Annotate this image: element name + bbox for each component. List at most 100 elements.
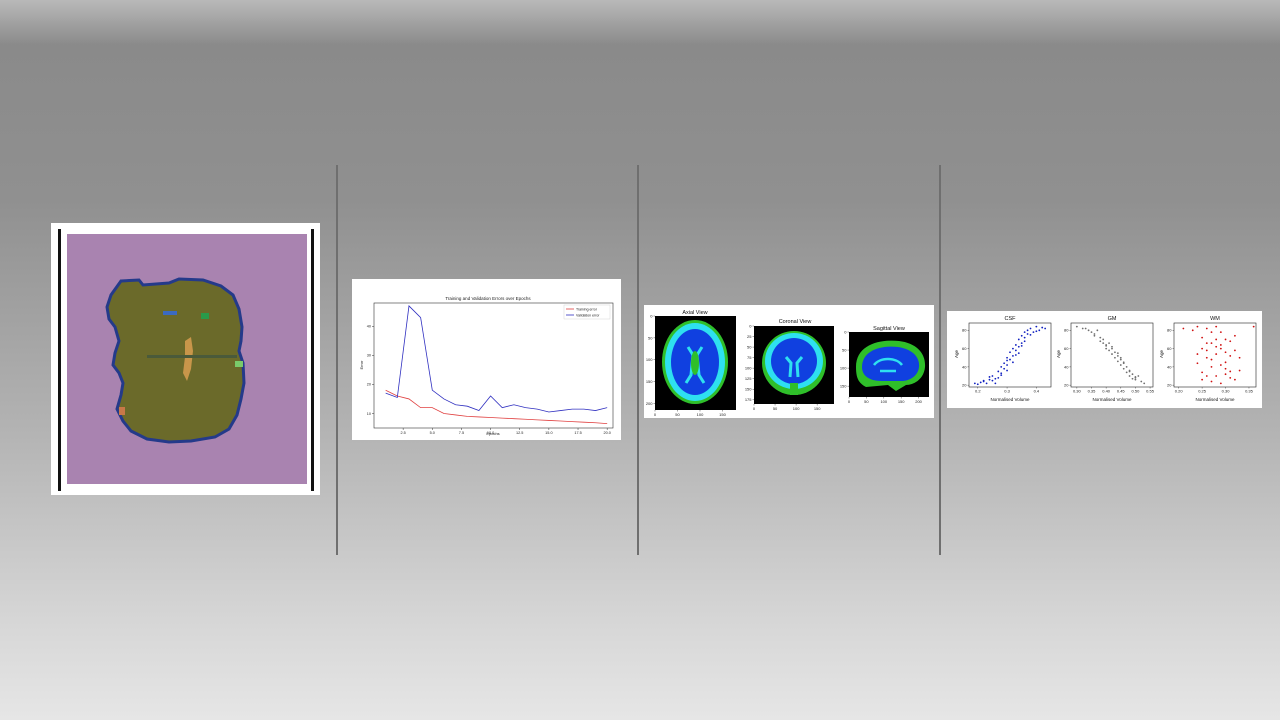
loss-xtick-label: 10.0: [487, 431, 494, 435]
wm-scatter-point: [1234, 378, 1236, 381]
gm-scatter-point: [1134, 378, 1137, 381]
csf-scatter-frame: [968, 322, 1052, 388]
loss-ytick-label: 10: [367, 412, 371, 416]
gm-scatter-frame: [1070, 322, 1154, 388]
wm-scatter-point: [1215, 338, 1218, 341]
gm-ytick-label: 80: [1064, 328, 1069, 333]
gm-scatter-point: [1140, 380, 1143, 383]
csf-scatter-point: [982, 379, 985, 382]
gm-scatter-point: [1137, 375, 1140, 377]
sagittal-xtick-label: 100: [880, 399, 887, 404]
wm-xtick-label: 0.35: [1245, 389, 1254, 394]
gm-scatter-point: [1090, 331, 1093, 334]
loss-xtick-label: 20.0: [603, 431, 610, 435]
loss-legend: Training error Validation error: [563, 304, 611, 320]
csf-scatter-point: [1035, 330, 1038, 333]
coronal-ytick-label: 0: [749, 323, 752, 328]
loss-xtick-label: 7.5: [459, 431, 464, 435]
wm-scatter-ylabel: Age: [1159, 350, 1164, 359]
wm-scatter-point: [1219, 331, 1222, 334]
wm-scatter-point: [1210, 331, 1213, 334]
csf-ytick-label: 40: [962, 364, 967, 369]
gm-ytick-label: 20: [1064, 383, 1069, 388]
csf-scatter-point: [1023, 340, 1026, 343]
csf-scatter-point: [1023, 336, 1026, 339]
gm-scatter-ylabel: Age: [1056, 350, 1061, 359]
mri-views: Axial View 0 50 100 150 0 50 100 150 200 Coronal…: [646, 310, 929, 417]
wm-scatter-point: [1210, 342, 1213, 345]
loss-ytick-label: 20: [367, 383, 371, 387]
csf-scatter-point: [1009, 358, 1011, 361]
validation-error-line: [385, 305, 608, 413]
csf-scatter-title: CSF: [1005, 316, 1017, 322]
csf-scatter-point: [1023, 331, 1026, 334]
wm-scatter-point: [1219, 382, 1222, 385]
wm-scatter-point: [1219, 347, 1222, 350]
gm-scatter-point: [1111, 347, 1113, 350]
gm-xtick-label: 0.35: [1088, 389, 1097, 394]
sagittal-ytick-label: 100: [840, 366, 847, 371]
wm-scatter-point: [1205, 342, 1208, 345]
csf-scatter-point: [988, 378, 991, 381]
wm-xtick-label: 0.25: [1198, 389, 1207, 394]
wm-ytick-label: 20: [1167, 383, 1172, 388]
divider-1: [336, 165, 338, 555]
csf-scatter-point: [1014, 349, 1017, 352]
divider-2: [637, 165, 639, 555]
axial-xtick-label: 150: [719, 412, 726, 417]
csf-scatter-xlabel: Normalised Volume: [990, 397, 1030, 402]
loss-xtick-label: 2.5: [401, 431, 406, 435]
csf-scatter-point: [997, 376, 1000, 379]
gm-scatter-point: [1114, 356, 1116, 359]
wm-xtick-label: 0.30: [1222, 389, 1231, 394]
gm-scatter-point: [1122, 361, 1125, 364]
csf-xtick-label: 0.3: [1004, 389, 1010, 394]
wm-scatter-point: [1224, 338, 1227, 341]
gm-ytick-label: 40: [1064, 364, 1069, 369]
gm-scatter-point: [1081, 327, 1084, 330]
coronal-ytick-label: 150: [745, 387, 752, 392]
axial-ytick-label: 0: [650, 313, 653, 318]
csf-scatter-point: [1026, 329, 1029, 332]
wm-scatter-point: [1238, 356, 1241, 359]
gm-scatter-point: [1125, 371, 1128, 374]
csf-scatter-point: [1014, 354, 1017, 356]
loss-ytick-label: 30: [367, 354, 371, 358]
sagittal-ytick-label: 150: [840, 384, 847, 389]
gm-scatter-point: [1131, 377, 1134, 380]
gm-scatter-point: [1075, 325, 1078, 328]
coronal-xtick-label: 150: [814, 406, 821, 411]
segmentation-panel: [51, 223, 320, 495]
wm-scatter-point: [1229, 370, 1232, 373]
csf-scatter-point: [997, 370, 1000, 373]
loss-ytick-label: 40: [367, 325, 371, 329]
csf-scatter-point: [1032, 331, 1035, 334]
csf-scatter-point: [1017, 345, 1020, 348]
loss-chart-panel: Training and Validation Errors over Epoc…: [352, 279, 621, 440]
wm-scatter-point: [1215, 353, 1218, 355]
loss-xtick-label: 17.5: [574, 431, 581, 435]
csf-scatter-point: [1012, 355, 1014, 357]
wm-scatter-point: [1191, 329, 1194, 332]
csf-scatter-point: [994, 382, 997, 385]
csf-scatter-point: [1006, 364, 1008, 366]
loss-xtick-label: 12.5: [516, 431, 523, 435]
axial-ytick-label: 50: [648, 335, 653, 340]
gm-scatter-point: [1122, 367, 1125, 370]
wm-scatter-point: [1201, 347, 1204, 350]
csf-scatter-point: [1044, 327, 1047, 330]
gm-scatter-point: [1102, 342, 1105, 345]
loss-chart: Training and Validation Errors over Epoc…: [359, 296, 614, 436]
coronal-xtick-label: 0: [753, 406, 756, 411]
csf-scatter-point: [1029, 333, 1032, 336]
wm-scatter-point: [1210, 358, 1213, 361]
wm-scatter-point: [1224, 351, 1227, 354]
gm-xtick-label: 0.55: [1146, 389, 1155, 394]
gm-xtick-label: 0.30: [1073, 389, 1082, 394]
wm-scatter-point: [1182, 327, 1185, 330]
brain-region: [105, 277, 246, 444]
gm-scatter-point: [1084, 327, 1087, 330]
gm-ytick-label: 60: [1064, 346, 1069, 351]
gm-scatter-point: [1116, 355, 1119, 357]
legend-validation-error: Validation error: [576, 314, 600, 318]
